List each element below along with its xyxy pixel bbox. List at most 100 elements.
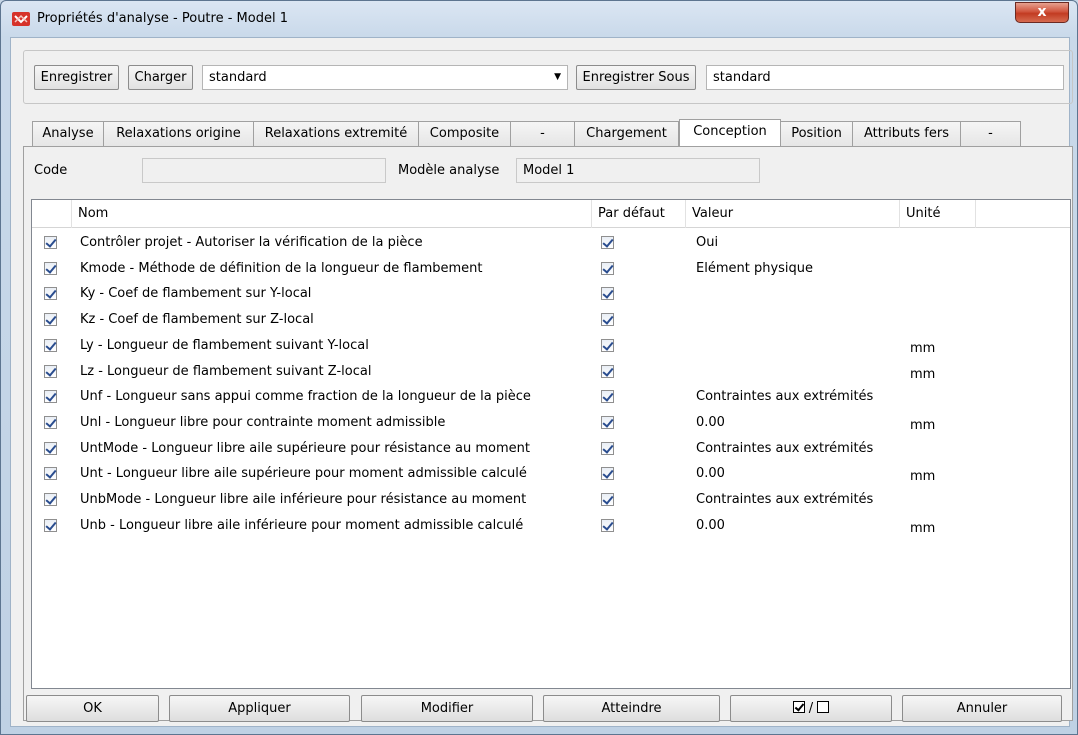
row-value[interactable]: 0.00	[696, 461, 725, 486]
row-name: Kmode - Méthode de définition de la long…	[80, 260, 483, 276]
row-default-checkbox[interactable]	[601, 236, 614, 249]
ok-button[interactable]: OK	[26, 695, 159, 722]
row-unit: mm	[910, 366, 936, 382]
row-name: Kz - Coef de flambement sur Z-local	[80, 312, 314, 328]
tab-strip: Analyse Relaxations origine Relaxations …	[32, 119, 1021, 147]
row-enable-checkbox[interactable]	[44, 338, 57, 352]
table-row[interactable]: Unb - Longueur libre aile inférieure pou…	[32, 513, 1070, 538]
preset-select-value: standard	[209, 70, 267, 85]
row-default-checkbox[interactable]	[601, 338, 614, 352]
table-row[interactable]: Contrôler projet - Autoriser la vérifica…	[32, 230, 1070, 255]
row-value[interactable]: 0.00	[696, 410, 725, 435]
tab-conception[interactable]: Conception	[679, 119, 781, 147]
dialog-window: Propriétés d'analyse - Poutre - Model 1 …	[0, 0, 1078, 735]
tab-chargement[interactable]: Chargement	[575, 121, 679, 147]
modify-button[interactable]: Modifier	[361, 695, 533, 722]
column-header-unit[interactable]: Unité	[900, 200, 976, 228]
title-bar[interactable]: Propriétés d'analyse - Poutre - Model 1 …	[1, 1, 1077, 37]
table-row[interactable]: Unf - Longueur sans appui comme fraction…	[32, 384, 1070, 409]
row-value[interactable]: Elément physique	[696, 256, 813, 281]
row-name: Unl - Longueur libre pour contrainte mom…	[80, 414, 446, 430]
toggle-all-checkboxes-button[interactable]: /	[730, 695, 892, 722]
save-button[interactable]: Enregistrer	[34, 65, 119, 90]
row-default-checkbox[interactable]	[601, 441, 614, 455]
reach-button[interactable]: Atteindre	[543, 695, 720, 722]
row-enable-checkbox[interactable]	[44, 467, 57, 481]
column-header-check[interactable]	[32, 200, 72, 228]
close-button[interactable]: x	[1015, 2, 1069, 23]
row-name: Unb - Longueur libre aile inférieure pou…	[80, 517, 524, 533]
load-button[interactable]: Charger	[128, 65, 193, 90]
row-name: UntMode - Longueur libre aile supérieure…	[80, 440, 530, 456]
row-default-checkbox[interactable]	[601, 261, 614, 275]
row-enable-checkbox[interactable]	[44, 441, 57, 455]
preset-select[interactable]: standard ▼	[202, 65, 568, 90]
row-value[interactable]: Oui	[696, 230, 718, 255]
save-as-name-input[interactable]: standard	[706, 65, 1064, 90]
row-value[interactable]: Contraintes aux extrémités	[696, 487, 873, 512]
table-row[interactable]: Ky - Coef de flambement sur Y-local	[32, 281, 1070, 306]
cancel-button[interactable]: Annuler	[902, 695, 1062, 722]
chevron-down-icon[interactable]: ▼	[554, 66, 561, 89]
table-row[interactable]: Ly - Longueur de flambement suivant Y-lo…	[32, 333, 1070, 358]
tab-attributs-fers[interactable]: Attributs fers	[853, 121, 961, 147]
tab-relaxations-extremite[interactable]: Relaxations extremité	[254, 121, 419, 147]
row-default-checkbox[interactable]	[601, 390, 614, 404]
table-row[interactable]: UntMode - Longueur libre aile supérieure…	[32, 436, 1070, 461]
app-logo-icon	[12, 12, 30, 26]
row-name: UnbMode - Longueur libre aile inférieure…	[80, 492, 527, 507]
model-analysis-field: Model 1	[516, 158, 760, 183]
row-value[interactable]: Contraintes aux extrémités	[696, 436, 873, 461]
table-row[interactable]: Lz - Longueur de flambement suivant Z-lo…	[32, 359, 1070, 384]
tab-analyse[interactable]: Analyse	[32, 121, 104, 147]
row-enable-checkbox[interactable]	[44, 236, 57, 249]
row-unit: mm	[910, 417, 936, 433]
row-enable-checkbox[interactable]	[44, 261, 57, 275]
tab-position[interactable]: Position	[781, 121, 853, 147]
row-default-checkbox[interactable]	[601, 415, 614, 429]
table-row[interactable]: Kmode - Méthode de définition de la long…	[32, 256, 1070, 281]
row-enable-checkbox[interactable]	[44, 493, 57, 506]
column-header-default[interactable]: Par défaut	[592, 200, 686, 228]
table-row[interactable]: Unl - Longueur libre pour contrainte mom…	[32, 410, 1070, 435]
row-default-checkbox[interactable]	[601, 313, 614, 327]
row-default-checkbox[interactable]	[601, 287, 614, 301]
save-as-button[interactable]: Enregistrer Sous	[576, 65, 696, 90]
row-enable-checkbox[interactable]	[44, 518, 57, 532]
table-row[interactable]: Unt - Longueur libre aile supérieure pou…	[32, 461, 1070, 486]
row-name: Unf - Longueur sans appui comme fraction…	[80, 389, 531, 405]
dialog-client: Enregistrer Charger standard ▼ Enregistr…	[10, 37, 1073, 727]
row-enable-checkbox[interactable]	[44, 364, 57, 378]
row-enable-checkbox[interactable]	[44, 415, 57, 429]
tab-empty-1[interactable]: -	[511, 121, 575, 147]
tab-relaxations-origine[interactable]: Relaxations origine	[104, 121, 254, 147]
dialog-button-bar: OK Appliquer Modifier Atteindre / Annule…	[23, 695, 1071, 723]
table-header: Nom Par défaut Valeur Unité	[32, 200, 1070, 228]
row-enable-checkbox[interactable]	[44, 287, 57, 301]
preset-group: Enregistrer Charger standard ▼ Enregistr…	[23, 50, 1073, 104]
row-name: Contrôler projet - Autoriser la vérifica…	[80, 235, 423, 250]
tab-empty-2[interactable]: -	[961, 121, 1021, 147]
row-enable-checkbox[interactable]	[44, 313, 57, 327]
row-enable-checkbox[interactable]	[44, 390, 57, 404]
row-default-checkbox[interactable]	[601, 364, 614, 378]
row-name: Ly - Longueur de flambement suivant Y-lo…	[80, 337, 369, 353]
row-unit: mm	[910, 520, 936, 536]
row-default-checkbox[interactable]	[601, 493, 614, 506]
row-default-checkbox[interactable]	[601, 467, 614, 481]
window-title: Propriétés d'analyse - Poutre - Model 1	[37, 11, 288, 26]
row-name: Unt - Longueur libre aile supérieure pou…	[80, 466, 527, 482]
tab-composite[interactable]: Composite	[419, 121, 511, 147]
table-row[interactable]: Kz - Coef de flambement sur Z-local	[32, 307, 1070, 332]
row-default-checkbox[interactable]	[601, 518, 614, 532]
checked-box-icon	[792, 701, 805, 713]
row-unit: mm	[910, 469, 936, 485]
table-row[interactable]: UnbMode - Longueur libre aile inférieure…	[32, 487, 1070, 512]
code-label: Code	[34, 163, 68, 178]
toggle-separator: /	[808, 701, 814, 716]
row-value[interactable]: 0.00	[696, 513, 725, 538]
column-header-value[interactable]: Valeur	[686, 200, 900, 228]
row-value[interactable]: Contraintes aux extrémités	[696, 384, 873, 409]
apply-button[interactable]: Appliquer	[169, 695, 350, 722]
column-header-name[interactable]: Nom	[72, 200, 592, 228]
